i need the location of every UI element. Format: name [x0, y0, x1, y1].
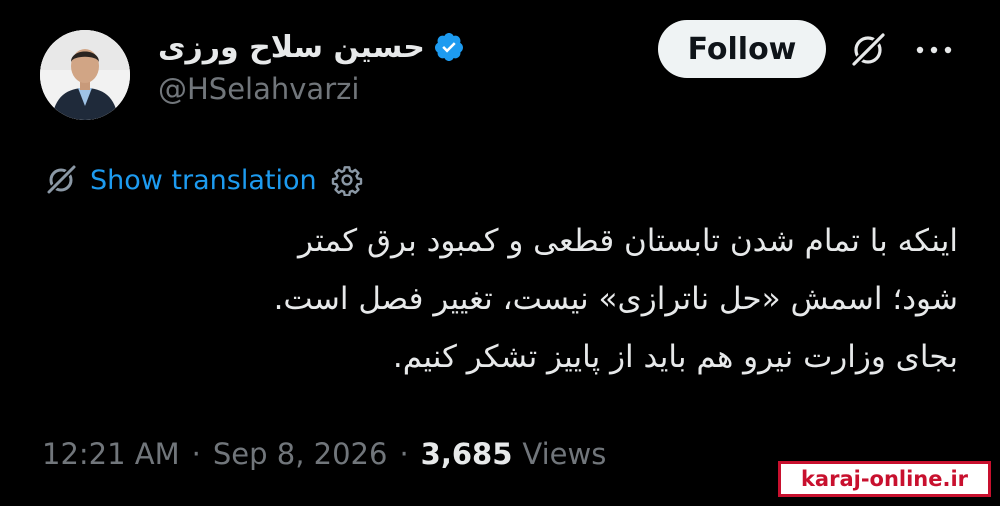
verified-badge-icon[interactable]: [433, 31, 465, 63]
avatar-photo: [40, 30, 130, 120]
views-count: 3,685: [420, 437, 513, 471]
meta-separator: ·: [191, 437, 201, 471]
tweet-text: اینکه با تمام شدن تابستان قطعی و کمبود ب…: [58, 212, 958, 386]
meta-separator: ·: [399, 437, 409, 471]
settings-icon[interactable]: [331, 164, 363, 196]
grok-icon[interactable]: [846, 28, 890, 72]
tweet-text-line: اینکه با تمام شدن تابستان قطعی و کمبود ب…: [297, 223, 958, 259]
translation-row: Show translation: [44, 160, 363, 200]
tweet-date[interactable]: Sep 8, 2026: [213, 437, 388, 471]
show-translation-link[interactable]: Show translation: [90, 165, 317, 196]
views-label: Views: [522, 437, 607, 471]
tweet-card: حسین سلاح ورزی @HSelahvarzi Follow Show …: [0, 0, 1000, 506]
author-display-name[interactable]: حسین سلاح ورزی: [158, 30, 425, 65]
author-name-row: حسین سلاح ورزی: [158, 28, 465, 66]
watermark-badge: karaj-online.ir: [778, 461, 991, 497]
more-icon[interactable]: [912, 40, 956, 60]
tweet-meta: 12:21 AM · Sep 8, 2026 · 3,685 Views: [42, 430, 606, 478]
tweet-time[interactable]: 12:21 AM: [42, 437, 180, 471]
tweet-text-line: بجای وزارت نیرو هم باید از پاییز تشکر کن…: [392, 339, 958, 375]
author-handle[interactable]: @HSelahvarzi: [158, 72, 359, 106]
tweet-text-line: شود؛ اسمش «حل ناترازی» نیست، تغییر فصل ا…: [273, 281, 958, 317]
avatar[interactable]: [40, 30, 130, 120]
translate-icon: [46, 165, 76, 195]
follow-button[interactable]: Follow: [658, 20, 826, 78]
